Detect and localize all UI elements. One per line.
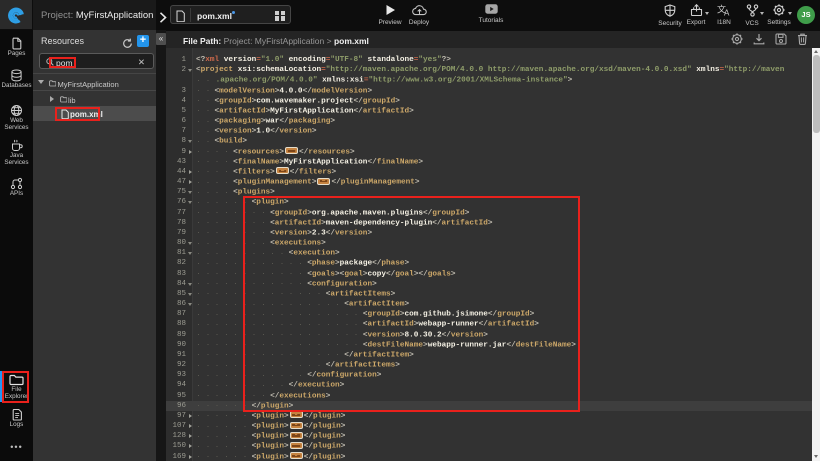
svg-text:A: A (724, 9, 730, 17)
